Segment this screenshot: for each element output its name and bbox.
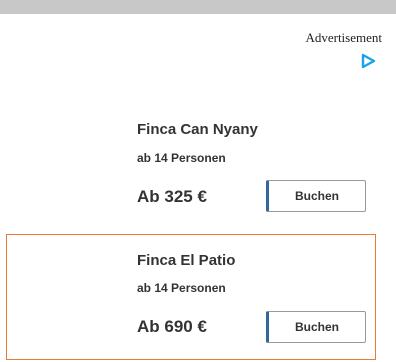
- listing-capacity: ab 14 Personen: [137, 151, 226, 165]
- listing-capacity: ab 14 Personen: [137, 281, 226, 295]
- top-bar: [0, 0, 396, 14]
- listing-name[interactable]: Finca Can Nyany: [137, 121, 258, 138]
- listing-price: Ab 325 €: [137, 187, 207, 206]
- book-button[interactable]: Buchen: [266, 311, 366, 343]
- listing-card: Finca Can Nyany ab 14 Personen Ab 325 € …: [0, 100, 396, 218]
- listing-name[interactable]: Finca El Patio: [137, 252, 235, 269]
- ad-choices-icon[interactable]: [360, 53, 376, 69]
- listing-card-highlighted: Finca El Patio ab 14 Personen Ab 690 € B…: [6, 234, 376, 360]
- advertisement-label: Advertisement: [305, 30, 382, 45]
- book-button[interactable]: Buchen: [266, 180, 366, 212]
- listing-price: Ab 690 €: [137, 317, 207, 336]
